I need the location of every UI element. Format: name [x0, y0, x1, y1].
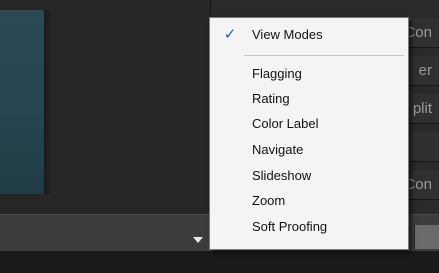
menu-item-flagging[interactable]: Flagging [210, 61, 408, 86]
menu-item-navigate[interactable]: Navigate [210, 137, 408, 162]
menu-item-soft-proofing[interactable]: Soft Proofing [210, 214, 408, 239]
menu-separator [244, 55, 404, 56]
menu-item-label: View Modes [252, 27, 323, 42]
toolbar-button[interactable] [414, 225, 439, 249]
checkmark-icon: ✓ [223, 26, 237, 43]
photo-thumbnail[interactable] [0, 10, 44, 194]
thumbnail-shadow [44, 10, 52, 194]
toolbar-content-menu: ✓ View Modes Flagging Rating Color Label… [209, 17, 409, 250]
menu-item-view-modes[interactable]: ✓ View Modes [210, 22, 408, 47]
lightroom-window: Con er plit Con ✓ View Modes Flagging Ra… [0, 0, 439, 273]
chevron-down-icon[interactable] [193, 237, 203, 243]
menu-item-rating[interactable]: Rating [210, 86, 408, 111]
menu-item-slideshow[interactable]: Slideshow [210, 163, 408, 188]
photo-preview-area [0, 0, 210, 222]
menu-item-color-label[interactable]: Color Label [210, 111, 408, 136]
toolbar-bottom-edge [0, 251, 439, 273]
menu-item-zoom[interactable]: Zoom [210, 188, 408, 213]
